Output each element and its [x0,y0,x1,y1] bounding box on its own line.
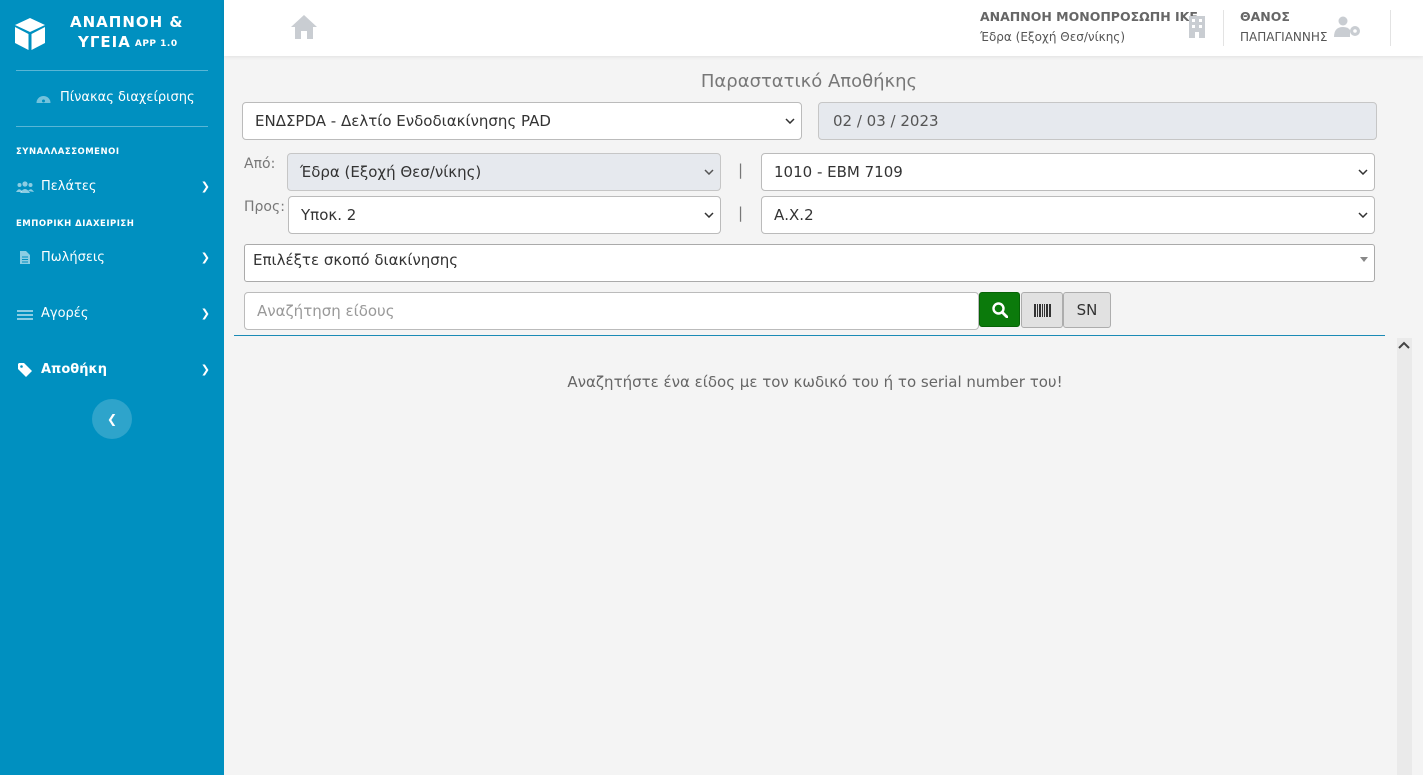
chevron-right-icon: ❯ [200,363,210,376]
to-label: Προς: [244,199,285,215]
sidebar-collapse-button[interactable]: ❮ [92,399,132,439]
chevron-down-icon [1358,212,1368,218]
user-first-name: ΘΑΝΟΣ [1240,9,1290,24]
file-icon [16,251,34,264]
page-title: Παραστατικό Αποθήκης [700,71,918,92]
serial-number-button[interactable]: SN [1063,292,1111,328]
user-info: ΘΑΝΟΣ ΠΑΠΑΓΙΑΝΝΗΣ [1240,9,1327,44]
company-name: ΑΝΑΠΝΟΗ ΜΟΝΟΠΡΟΣΩΠΗ ΙΚΕ [980,9,1198,24]
separator: | [738,204,744,222]
from-store-value: Έδρα (Εξοχή Θεσ/νίκης) [300,163,482,181]
chevron-down-icon [704,212,714,218]
brand[interactable]: ΑΝΑΠΝΟΗ & ΥΓΕΙΑ APP 1.0 [0,0,224,70]
sidebar-item-label: Πωλήσεις [41,250,105,265]
divider [16,70,208,71]
chevron-down-icon [785,118,795,124]
tag-icon [16,362,34,377]
sidebar: ΑΝΑΠΝΟΗ & ΥΓΕΙΑ APP 1.0 Πίνακας διαχείρισ… [0,0,224,775]
chevron-right-icon: ❯ [200,180,210,193]
users-icon [16,180,34,193]
sidebar-item-sales[interactable]: Πωλήσεις ❯ [16,250,210,265]
brand-line2: ΥΓΕΙΑ [78,33,131,51]
sidebar-item-dashboard[interactable]: Πίνακας διαχείρισης [35,90,195,105]
document-type-select[interactable]: ΕΝΔΣPDA - Δελτίο Ενδοδιακίνησης PAD [242,102,802,140]
sidebar-item-warehouse[interactable]: Αποθήκη ❯ [16,362,210,377]
scrollbar[interactable] [1397,338,1412,775]
barcode-icon [1033,303,1051,317]
to-location-value: Α.Χ.2 [774,206,814,224]
brand-title: ΑΝΑΠΝΟΗ & ΥΓΕΙΑ APP 1.0 [70,12,184,52]
home-icon[interactable] [290,14,318,40]
dashboard-icon [36,96,51,103]
search-icon [991,301,1008,318]
empty-state-message: Αναζητήστε ένα είδος με τον κωδικό του ή… [567,373,1063,391]
movement-purpose-placeholder: Επιλέξτε σκοπό διακίνησης [253,251,459,269]
divider [1223,10,1224,46]
divider [234,335,1385,336]
section-heading-transactors: ΣΥΝΑΛΛΑΣΣΟΜΕΝΟΙ [16,147,120,157]
brand-line1: ΑΝΑΠΝΟΗ & [70,13,184,31]
from-vehicle-select[interactable]: 1010 - ΕΒΜ 7109 [761,153,1375,191]
divider [16,126,208,127]
cube-logo-icon [15,18,45,50]
building-icon [1189,16,1205,38]
barcode-scan-button[interactable] [1021,292,1063,328]
caret-down-icon [1360,257,1368,262]
truck-icon [16,308,34,320]
sidebar-item-label: Πίνακας διαχείρισης [60,90,195,105]
user-last-name: ΠΑΠΑΓΙΑΝΝΗΣ [1240,30,1328,44]
chevron-right-icon: ❯ [200,307,210,320]
brand-version: APP 1.0 [134,39,178,49]
to-store-value: Υποκ. 2 [301,206,357,224]
section-heading-commerce: ΕΜΠΟΡΙΚΗ ΔΙΑΧΕΙΡΙΣΗ [16,219,135,229]
separator: | [738,161,744,179]
chevron-down-icon [704,169,714,175]
to-store-select[interactable]: Υποκ. 2 [288,196,721,234]
chevron-down-icon [1358,169,1368,175]
divider [1390,10,1391,46]
serial-number-label: SN [1076,301,1098,319]
document-type-value: ΕΝΔΣPDA - Δελτίο Ενδοδιακίνησης PAD [255,112,551,130]
sidebar-item-purchases[interactable]: Αγορές ❯ [16,306,210,321]
sidebar-item-label: Αγορές [41,306,89,321]
topbar: ΑΝΑΠΝΟΗ ΜΟΝΟΠΡΟΣΩΠΗ ΙΚΕ Έδρα (Εξοχή Θεσ/… [224,0,1423,56]
chevron-up-icon[interactable] [1398,341,1410,352]
from-label: Από: [244,156,276,172]
sidebar-item-label: Αποθήκη [41,362,107,377]
document-date-field[interactable]: 02 / 03 / 2023 [818,102,1377,140]
chevron-left-icon: ❮ [106,412,118,426]
chevron-right-icon: ❯ [200,251,210,264]
user-settings-icon[interactable] [1334,16,1362,38]
sidebar-item-label: Πελάτες [41,179,97,194]
company-branch: Έδρα (Εξοχή Θεσ/νίκης) [980,30,1126,44]
sidebar-item-customers[interactable]: Πελάτες ❯ [16,179,210,194]
search-button[interactable] [979,292,1020,327]
document-date-value: 02 / 03 / 2023 [833,112,939,130]
from-vehicle-value: 1010 - ΕΒΜ 7109 [774,163,903,181]
company-info: ΑΝΑΠΝΟΗ ΜΟΝΟΠΡΟΣΩΠΗ ΙΚΕ Έδρα (Εξοχή Θεσ/… [980,9,1198,44]
from-store-select[interactable]: Έδρα (Εξοχή Θεσ/νίκης) [287,153,721,191]
to-location-select[interactable]: Α.Χ.2 [761,196,1375,234]
item-search-input[interactable] [244,292,979,330]
movement-purpose-select[interactable]: Επιλέξτε σκοπό διακίνησης [244,244,1375,282]
